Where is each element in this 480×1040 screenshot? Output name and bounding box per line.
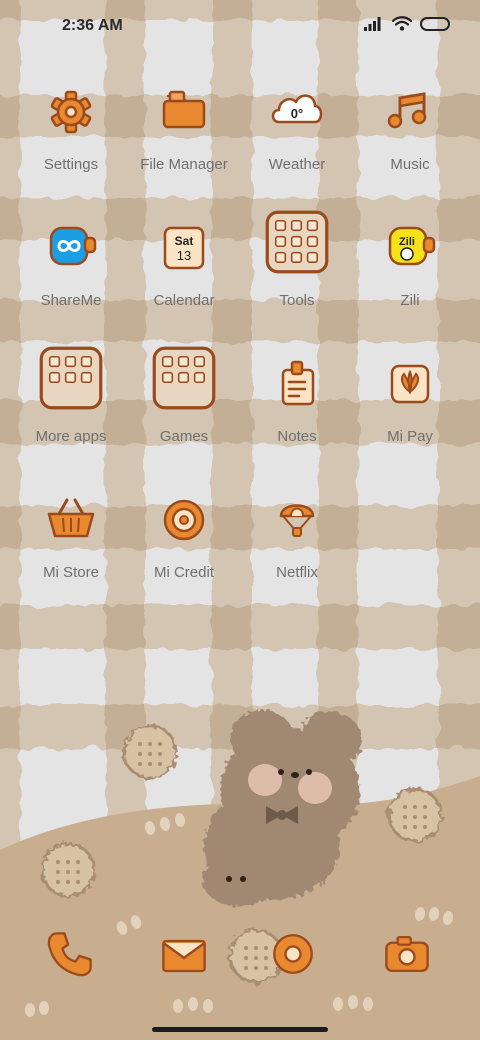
cloud-icon: 0° xyxy=(271,94,323,124)
app-mi-credit[interactable]: Mi Credit xyxy=(129,480,239,596)
at-sign-icon xyxy=(163,499,205,541)
app-mi-store[interactable]: Mi Store xyxy=(16,480,126,596)
app-label: More apps xyxy=(35,428,107,445)
app-settings[interactable]: Settings xyxy=(16,72,126,188)
app-netflix[interactable]: Netflix xyxy=(242,480,352,596)
app-label: Zili xyxy=(400,292,420,309)
app-label: File Manager xyxy=(140,156,228,173)
app-label: Weather xyxy=(268,156,326,173)
page-indicator xyxy=(226,876,246,882)
app-shareme[interactable]: ShareMe xyxy=(16,208,126,324)
infinity-icon xyxy=(49,226,97,266)
app-zili[interactable]: Zili Zili xyxy=(355,208,465,324)
calendar-date: 13 xyxy=(177,248,191,263)
clipboard-icon xyxy=(281,360,315,406)
app-notes[interactable]: Notes xyxy=(242,344,352,460)
envelope-icon[interactable] xyxy=(154,926,214,986)
app-label: Mi Credit xyxy=(153,564,214,581)
weather-temp: 0° xyxy=(291,106,303,121)
app-label: Notes xyxy=(277,428,317,445)
app-label: Music xyxy=(390,156,430,173)
phone-icon[interactable] xyxy=(40,924,100,984)
basket-icon xyxy=(47,498,95,538)
folder-games[interactable]: Games xyxy=(129,344,239,460)
zili-icon: Zili xyxy=(388,226,436,266)
signal-icon xyxy=(364,16,381,31)
camera-icon[interactable] xyxy=(377,924,437,984)
folder-grid-icon xyxy=(39,346,103,410)
folder-grid-icon xyxy=(152,346,216,410)
status-time: 2:36 AM xyxy=(62,17,123,34)
status-bar: 2:36 AM xyxy=(0,0,480,56)
music-note-icon xyxy=(387,92,427,129)
app-label: ShareMe xyxy=(40,292,102,309)
calendar-day: Sat xyxy=(175,234,194,248)
zili-badge: Zili xyxy=(399,236,415,248)
calendar-icon: Sat 13 xyxy=(163,226,205,270)
app-label: Settings xyxy=(43,156,99,173)
folder-grid-icon xyxy=(265,210,329,274)
gear-icon xyxy=(50,90,92,134)
app-music[interactable]: Music xyxy=(355,72,465,188)
browser-icon[interactable] xyxy=(263,924,323,984)
home-indicator[interactable] xyxy=(152,1027,328,1032)
folder-more-apps[interactable]: More apps xyxy=(16,344,126,460)
app-calendar[interactable]: Sat 13 Calendar xyxy=(129,208,239,324)
wifi-icon xyxy=(392,16,412,31)
app-mi-pay[interactable]: Mi Pay xyxy=(355,344,465,460)
app-label: Games xyxy=(159,428,209,445)
leaf-card-icon xyxy=(390,364,430,404)
page-dot-current xyxy=(240,876,246,882)
folder-tools[interactable]: Tools xyxy=(242,208,352,324)
app-file-manager[interactable]: File Manager xyxy=(129,72,239,188)
app-label: Mi Pay xyxy=(387,428,433,445)
battery-icon xyxy=(420,16,450,31)
parachute-icon xyxy=(279,504,315,537)
app-label: Tools xyxy=(279,292,315,309)
folder-icon xyxy=(162,90,206,129)
app-label: Calendar xyxy=(153,292,215,309)
page-dot xyxy=(226,876,232,882)
app-label: Netflix xyxy=(276,564,318,581)
app-label: Mi Store xyxy=(43,564,99,581)
app-weather[interactable]: 0° Weather xyxy=(242,72,352,188)
